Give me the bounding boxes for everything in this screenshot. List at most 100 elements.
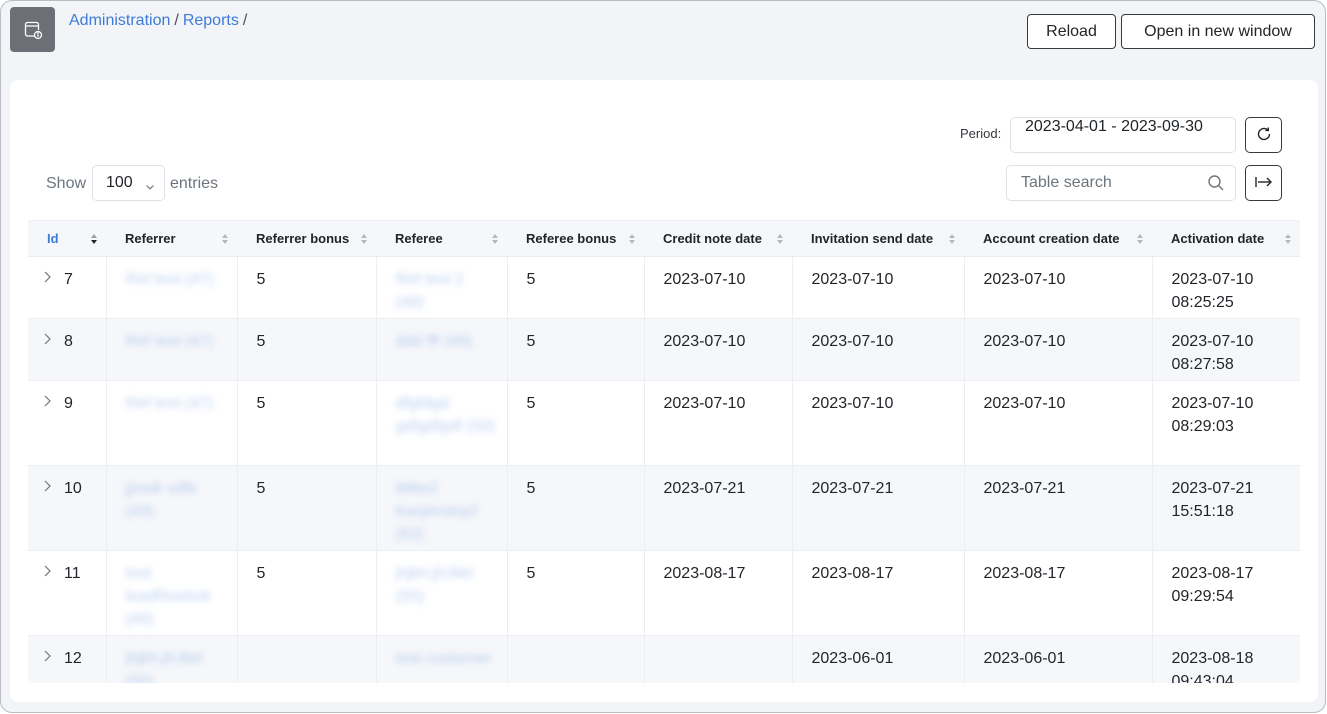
cell-referrer: test leadReebok (46) [105,550,237,636]
referrer-link[interactable]: Ref test (47) [126,271,214,288]
cell-invitation-send-date: 2023-07-10 [791,256,964,319]
cell-account-creation-date: 2023-08-17 [963,550,1152,636]
column-header-referee-bonus[interactable]: Referee bonus [507,220,644,257]
table-search-input[interactable] [1007,166,1235,200]
column-header-invitation-send-date[interactable]: Invitation send date [792,220,964,257]
refresh-period-button[interactable] [1245,117,1282,153]
cell-invitation-send-date: 2023-06-01 [791,635,964,683]
expand-row-icon[interactable] [42,562,64,585]
row-id: 11 [64,565,81,582]
cell-activation-date: 2023-07-10 08:25:25 [1151,256,1300,319]
column-header-label: Referrer [125,231,176,246]
column-header-label: Referrer bonus [256,231,350,246]
column-header-activation-date[interactable]: Activation date [1152,220,1300,257]
cell-id: 12 [28,635,106,683]
reload-button[interactable]: Reload [1027,14,1116,49]
cell-credit-note-date: 2023-07-10 [643,318,792,381]
referrer-link[interactable]: Ref test (47) [126,333,214,350]
cell-account-creation-date: 2023-07-21 [963,465,1152,551]
sort-icon [1136,233,1144,248]
cell-referrer-bonus: 5 [236,465,376,551]
activation-date: 2023-07-21 [1171,480,1254,497]
referrals-table-container: Id Referrer Referrer bonus Referee Referee b… [28,220,1300,683]
entries-per-page-select[interactable]: 100 [92,165,165,201]
sort-icon [90,233,98,248]
column-header-referrer-bonus[interactable]: Referrer bonus [237,220,376,257]
cell-referee: Mike2 Karpinskiy2 (52) [375,465,507,551]
export-button[interactable] [1245,165,1282,201]
cell-activation-date: 2023-07-10 08:27:58 [1151,318,1300,381]
activation-time: 08:27:58 [1171,356,1234,373]
column-header-id[interactable]: Id [28,220,106,257]
column-header-credit-note-date[interactable]: Credit note date [644,220,792,257]
activation-time: 08:29:03 [1171,418,1234,435]
cell-referrer: jjvsdr sdfe (43) [105,465,237,551]
cell-referrer: Ref test (47) [105,380,237,466]
cell-referee-bonus: 5 [506,465,644,551]
table-row[interactable]: 8 Ref test (47) 5 ddd fff (49) 5 2023-07-10 20… [28,318,1300,381]
expand-row-icon[interactable] [42,477,64,500]
referrer-link[interactable]: jhjkh;jh;lkkl (55) [126,650,203,683]
referee-link[interactable]: Mike2 Karpinskiy2 (52) [396,480,479,543]
table-row[interactable]: 10 jjvsdr sdfe (43) 5 Mike2 Karpinskiy2 (52… [28,465,1300,551]
cell-referee-bonus: 5 [506,550,644,636]
cell-referee-bonus [506,635,644,683]
expand-row-icon[interactable] [42,392,64,415]
cell-referrer: Ref test (47) [105,318,237,381]
referee-link[interactable]: jhjkh;jh;lkkl (55) [396,565,473,605]
cell-activation-date: 2023-08-17 09:29:54 [1151,550,1300,636]
arrow-right-to-bar-icon [1254,174,1274,193]
table-header-row: Id Referrer Referrer bonus Referee Referee b… [28,220,1300,257]
cell-referee: test customer [375,635,507,683]
cell-credit-note-date: 2023-07-10 [643,380,792,466]
cell-referrer-bonus: 5 [236,318,376,381]
activation-date: 2023-08-17 [1171,565,1254,582]
cell-activation-date: 2023-08-18 09:43:04 [1151,635,1300,683]
cell-referee: dfgfdgd gdfgdfgdf (50) [375,380,507,466]
open-in-new-window-button[interactable]: Open in new window [1121,14,1315,49]
sort-icon [628,233,636,248]
report-card: Period: 2023-04-01 - 2023-09-30 Show 100… [10,80,1318,702]
breadcrumb-reports[interactable]: Reports [183,12,239,29]
column-header-referee[interactable]: Referee [376,220,507,257]
referrer-link[interactable]: jjvsdr sdfe (43) [126,480,198,520]
report-info-icon [10,7,55,52]
row-id: 7 [64,271,73,288]
cell-invitation-send-date: 2023-07-10 [791,318,964,381]
cell-activation-date: 2023-07-21 15:51:18 [1151,465,1300,551]
referee-link[interactable]: ddd fff (49) [396,333,473,350]
referee-link[interactable]: Ref test 2 (48) [396,271,464,311]
table-row[interactable]: 12 jhjkh;jh;lkkl (55) test customer 2023-06… [28,635,1300,683]
breadcrumb-administration[interactable]: Administration [69,12,170,29]
cell-invitation-send-date: 2023-07-21 [791,465,964,551]
referee-link[interactable]: test customer [396,650,492,667]
period-label: Period: [960,126,1002,141]
cell-referrer-bonus: 5 [236,380,376,466]
cell-account-creation-date: 2023-07-10 [963,380,1152,466]
show-label: Show [46,175,87,192]
referrals-table: Id Referrer Referrer bonus Referee Referee b… [28,220,1300,683]
referee-link[interactable]: dfgfdgd gdfgdfgdf (50) [396,395,496,435]
breadcrumb: Administration / Reports / [69,12,251,30]
expand-row-icon[interactable] [42,330,64,353]
activation-time: 09:29:54 [1171,588,1234,605]
column-header-account-creation-date[interactable]: Account creation date [964,220,1152,257]
sort-icon [1284,233,1292,248]
table-row[interactable]: 9 Ref test (47) 5 dfgfdgd gdfgdfgdf (50) 5 20… [28,380,1300,466]
cell-credit-note-date: 2023-07-21 [643,465,792,551]
table-row[interactable]: 11 test leadReebok (46) 5 jhjkh;jh;lkkl (55… [28,550,1300,636]
expand-row-icon[interactable] [42,268,64,291]
activation-date: 2023-07-10 [1171,271,1254,288]
row-id: 8 [64,333,73,350]
column-header-label: Referee bonus [526,231,617,246]
cell-account-creation-date: 2023-06-01 [963,635,1152,683]
referrer-link[interactable]: test leadReebok (46) [126,565,211,628]
cell-invitation-send-date: 2023-07-10 [791,380,964,466]
period-input[interactable]: 2023-04-01 - 2023-09-30 [1010,117,1236,153]
table-row[interactable]: 7 Ref test (47) 5 Ref test 2 (48) 5 2023-07-1… [28,256,1300,319]
cell-referrer-bonus: 5 [236,550,376,636]
expand-row-icon[interactable] [42,647,64,670]
referrer-link[interactable]: Ref test (47) [126,395,214,412]
column-header-referrer[interactable]: Referrer [106,220,237,257]
cell-id: 7 [28,256,106,319]
